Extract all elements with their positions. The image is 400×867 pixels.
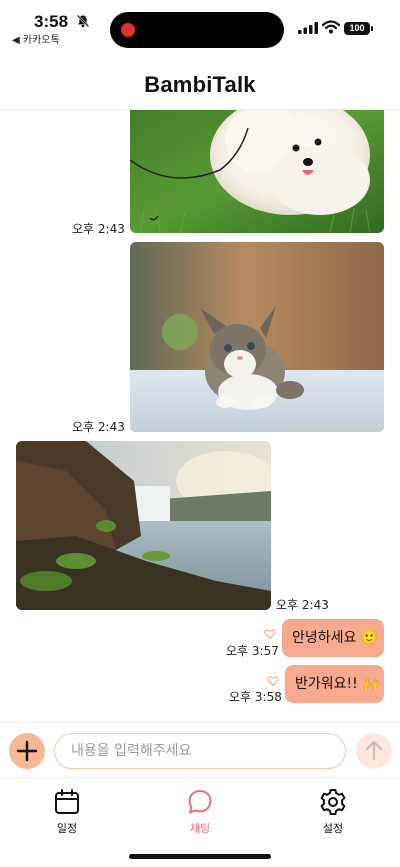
kitten-photo-image [130,242,384,432]
heart-outline-icon[interactable] [264,628,276,640]
message-input-bar [0,722,400,778]
status-time: 3:58 [34,12,69,31]
message-input[interactable] [54,733,346,769]
recording-indicator [121,23,135,37]
puppy-photo-image [130,110,384,233]
home-indicator[interactable] [129,854,271,859]
waterfall-photo-image [16,441,271,610]
photo-message-kitten[interactable] [130,242,384,432]
tab-settings[interactable]: 설정 [293,788,373,836]
chat-message-list[interactable]: 오후 2:43 오후 2:43 오후 2:43 오후 3:57 안녕하세요 🙂 … [0,110,400,722]
signal-icon [298,22,318,34]
calendar-icon [55,789,79,814]
message-time: 오후 2:43 [276,598,329,612]
message-time: 오후 2:43 [72,420,125,434]
arrow-up-icon [366,741,382,760]
tab-chat[interactable]: 채팅 [160,788,240,836]
app-title: BambiTalk [144,72,256,97]
message-time: 오후 3:58 [229,690,282,704]
bottom-tab-bar: 일정 채팅 설정 [0,778,400,867]
photo-message-waterfall[interactable] [16,441,271,610]
tab-schedule-label: 일정 [56,822,78,835]
add-attachment-button[interactable] [9,733,45,769]
chat-bubble-icon [188,790,212,814]
tab-settings-label: 설정 [322,822,344,835]
gear-icon [320,789,346,815]
app-header: BambiTalk [0,60,400,110]
wifi-icon [322,20,340,34]
chat-bubble-sent[interactable]: 안녕하세요 🙂 [282,619,384,657]
status-bar: 3:58 ◀ 카카오톡 100 [0,0,400,50]
back-to-app-link[interactable]: ◀ 카카오톡 [12,31,60,46]
message-time: 오후 3:57 [226,644,279,658]
send-button[interactable] [356,733,392,769]
photo-message-puppy[interactable] [130,110,384,233]
bell-off-icon [76,14,90,28]
dynamic-island [110,12,284,48]
battery-tip [371,26,373,31]
chat-bubble-sent[interactable]: 반가워요!! 🙌 [285,665,384,703]
battery-icon: 100 [344,22,370,35]
tab-schedule[interactable]: 일정 [27,788,107,836]
plus-icon [16,740,38,762]
message-time: 오후 2:43 [72,222,125,236]
heart-outline-icon[interactable] [267,675,279,687]
tab-chat-label: 채팅 [189,822,211,835]
